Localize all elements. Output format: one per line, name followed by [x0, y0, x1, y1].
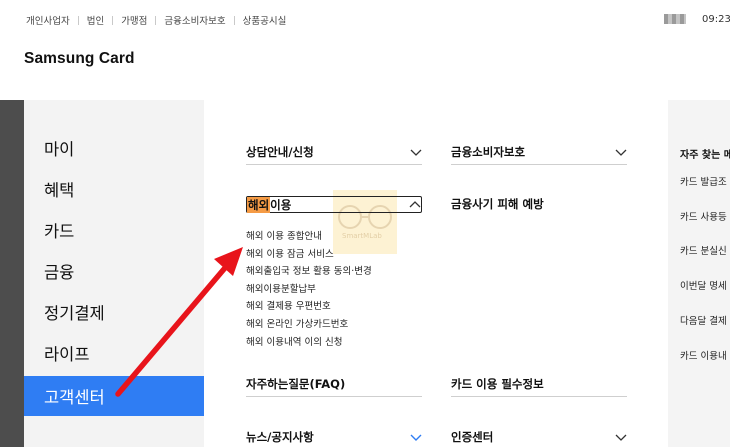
sidebar-item-card[interactable]: 카드	[24, 210, 204, 250]
section-fraud-prevention[interactable]: 금융사기 피해 예방	[451, 191, 627, 217]
frequent-menu-panel: 자주 찾는 메 카드 발급조 카드 사용등 카드 분실신 이번달 명세 다음달 …	[668, 100, 730, 447]
top-link-individual-business[interactable]: 개인사업자	[26, 13, 70, 27]
highlighted-text: 해외	[247, 196, 271, 213]
submenu-item-overseas-guide[interactable]: 해외 이용 종합안내	[246, 228, 372, 246]
submenu-item-dispute[interactable]: 해외 이용내역 이의 신청	[246, 334, 372, 352]
frequent-menu-item[interactable]: 카드 분실신	[680, 243, 727, 257]
frequent-menu-item[interactable]: 다음달 결제	[680, 313, 727, 327]
session-time: 09:23	[702, 13, 730, 25]
section-consult-label: 상담안내/신청	[246, 144, 314, 159]
sidebar: 마이 혜택 카드 금융 정기결제 라이프 고객센터	[24, 100, 204, 447]
blurred-user-info	[664, 14, 686, 24]
frequent-menu-item[interactable]: 카드 발급조	[680, 174, 727, 188]
chevron-down-icon	[615, 431, 627, 443]
section-certification[interactable]: 인증센터	[451, 424, 627, 447]
chevron-down-icon	[410, 431, 422, 443]
top-links: 개인사업자 법인 가맹점 금융소비자보호 상품공시실	[26, 13, 286, 27]
chevron-up-icon	[409, 199, 421, 211]
chevron-down-icon	[410, 146, 422, 158]
divider	[77, 15, 79, 25]
submenu-item-overseas-lock[interactable]: 해외 이용 잠금 서비스	[246, 246, 372, 264]
submenu-item-immigration-consent[interactable]: 해외출입국 정보 활용 동의·변경	[246, 263, 372, 281]
divider	[112, 15, 114, 25]
sidebar-item-my[interactable]: 마이	[24, 128, 204, 168]
frequent-menu-item[interactable]: 카드 이용내	[680, 348, 727, 362]
top-link-corporate[interactable]: 법인	[87, 13, 104, 27]
sidebar-item-benefits[interactable]: 혜택	[24, 169, 204, 209]
divider	[233, 15, 235, 25]
submenu-item-installment[interactable]: 해외이용분할납부	[246, 281, 372, 299]
section-consult[interactable]: 상담안내/신청	[246, 139, 422, 165]
section-news[interactable]: 뉴스/공지사항	[246, 424, 422, 447]
frequent-menu-item[interactable]: 이번달 명세	[680, 278, 727, 292]
frequent-menu-item[interactable]: 카드 사용등	[680, 209, 727, 223]
chevron-down-icon	[615, 146, 627, 158]
overseas-submenu: 해외 이용 종합안내 해외 이용 잠금 서비스 해외출입국 정보 활용 동의·변…	[246, 228, 372, 351]
section-faq-label: 자주하는질문(FAQ)	[246, 376, 346, 391]
section-card-info-label: 카드 이용 필수정보	[451, 376, 544, 391]
section-news-label: 뉴스/공지사항	[246, 430, 314, 444]
submenu-item-postal-code[interactable]: 해외 결제용 우편번호	[246, 298, 372, 316]
page-dim-strip	[0, 100, 24, 447]
section-overseas-expanded[interactable]: 해외 이용	[246, 196, 422, 213]
section-faq[interactable]: 자주하는질문(FAQ)	[246, 371, 422, 397]
sidebar-item-life[interactable]: 라이프	[24, 333, 204, 373]
section-fraud-label: 금융사기 피해 예방	[451, 197, 544, 211]
top-utility-bar: 개인사업자 법인 가맹점 금융소비자보호 상품공시실 09:23 ✕	[0, 0, 730, 40]
brand-logo[interactable]: Samsung Card	[24, 50, 135, 68]
submenu-item-virtual-card[interactable]: 해외 온라인 가상카드번호	[246, 316, 372, 334]
section-consumer-protection[interactable]: 금융소비자보호	[451, 139, 627, 165]
section-consumer-label: 금융소비자보호	[451, 144, 526, 159]
frequent-menu-title: 자주 찾는 메	[680, 150, 730, 161]
top-link-consumer-protection[interactable]: 금융소비자보호	[164, 13, 225, 27]
section-card-info[interactable]: 카드 이용 필수정보	[451, 371, 627, 397]
top-link-merchant[interactable]: 가맹점	[121, 13, 147, 27]
section-cert-label: 인증센터	[451, 430, 494, 444]
top-link-product-disclosure[interactable]: 상품공시실	[243, 13, 287, 27]
section-overseas-label-suffix: 이용	[270, 197, 292, 212]
divider	[155, 15, 157, 25]
sidebar-item-finance[interactable]: 금융	[24, 251, 204, 291]
section-overseas-label: 해외 이용	[247, 196, 292, 213]
sidebar-item-regular-payment[interactable]: 정기결제	[24, 292, 204, 332]
sidebar-item-customer-center[interactable]: 고객센터	[24, 376, 204, 416]
session-timer: 09:23 ✕	[664, 12, 730, 26]
